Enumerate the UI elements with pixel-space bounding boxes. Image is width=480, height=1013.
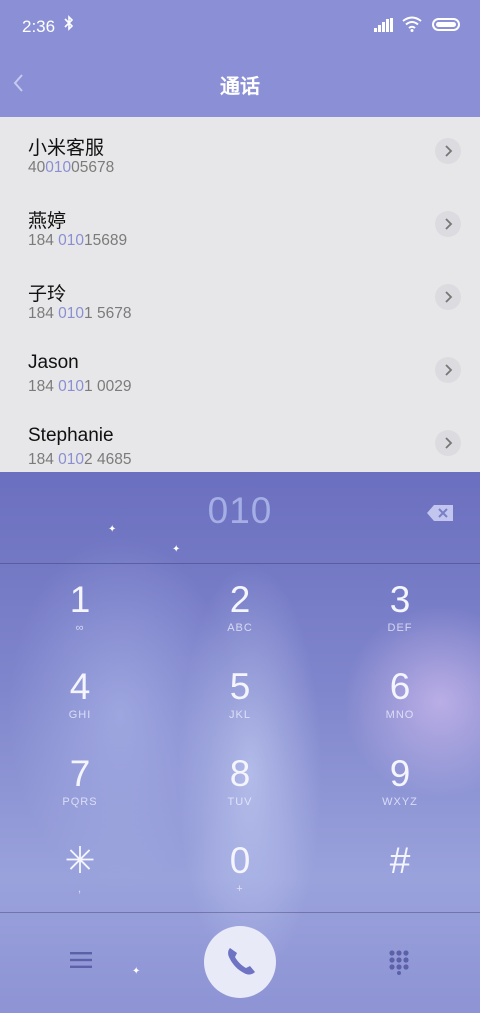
backspace-icon[interactable] <box>426 504 454 522</box>
key-9[interactable]: 9 WXYZ <box>320 740 480 827</box>
call-button[interactable] <box>204 926 276 998</box>
key-4[interactable]: 4 GHI <box>0 653 160 740</box>
chevron-right-icon[interactable] <box>435 357 461 383</box>
contact-row[interactable]: Stephanie 184 0102 4685 <box>0 409 480 472</box>
dialer-action-bar <box>0 913 480 1013</box>
key-5[interactable]: 5 JKL <box>160 653 320 740</box>
contact-number: 184 0101 5678 <box>28 305 132 322</box>
dialed-number-display: 010 <box>207 490 273 531</box>
key-2[interactable]: 2 ABC <box>160 566 320 653</box>
chevron-right-icon[interactable] <box>435 211 461 237</box>
key-1[interactable]: 1 ∞ <box>0 566 160 653</box>
key-0[interactable]: 0 + <box>160 827 320 914</box>
menu-icon[interactable] <box>70 951 92 969</box>
key-hash[interactable]: # <box>320 827 480 914</box>
contact-number: 184 01015689 <box>28 232 128 249</box>
phone-icon <box>228 948 255 975</box>
contact-name: Stephanie <box>28 425 114 446</box>
contact-row[interactable]: Jason 184 0101 0029 <box>0 336 480 409</box>
contact-row[interactable]: 燕婷 184 01015689 <box>0 190 480 263</box>
key-6[interactable]: 6 MNO <box>320 653 480 740</box>
voicemail-icon: ∞ <box>75 622 85 634</box>
key-3[interactable]: 3 DEF <box>320 566 480 653</box>
page-title: 通话 <box>220 76 260 98</box>
contact-list: 小米客服 4001005678 燕婷 184 01015689 子玲 184 0… <box>0 117 480 472</box>
dialpad-icon[interactable] <box>388 949 410 975</box>
top-bar: 2:36 通话 <box>0 0 480 117</box>
contact-name: 子玲 <box>28 284 67 305</box>
wifi-icon <box>402 16 422 32</box>
contact-row[interactable]: 子玲 184 0101 5678 <box>0 263 480 336</box>
dialer-panel: ✦ ✦ ✦ 010 1 ∞ 2 ABC 3 DEF 4 GHI 5 JKL 6 MNO 7… <box>0 472 480 1013</box>
key-star[interactable]: ✳, <box>0 827 160 914</box>
sparkle-icon: ✦ <box>172 544 181 555</box>
contact-number: 184 0101 0029 <box>28 378 132 395</box>
contact-name: 小米客服 <box>28 138 105 159</box>
contact-name: Jason <box>28 352 79 373</box>
contact-number: 4001005678 <box>28 159 115 176</box>
contact-number: 184 0102 4685 <box>28 451 132 468</box>
key-7[interactable]: 7 PQRS <box>0 740 160 827</box>
bluetooth-icon <box>64 15 74 31</box>
divider <box>0 563 480 564</box>
battery-icon <box>432 18 460 31</box>
chevron-right-icon[interactable] <box>435 284 461 310</box>
contact-name: 燕婷 <box>28 211 67 232</box>
chevron-right-icon[interactable] <box>435 430 461 456</box>
status-time: 2:36 <box>22 17 56 36</box>
status-bar: 2:36 <box>0 0 480 52</box>
signal-icon <box>374 18 393 32</box>
key-8[interactable]: 8 TUV <box>160 740 320 827</box>
contact-row[interactable]: 小米客服 4001005678 <box>0 117 480 190</box>
chevron-right-icon[interactable] <box>435 138 461 164</box>
